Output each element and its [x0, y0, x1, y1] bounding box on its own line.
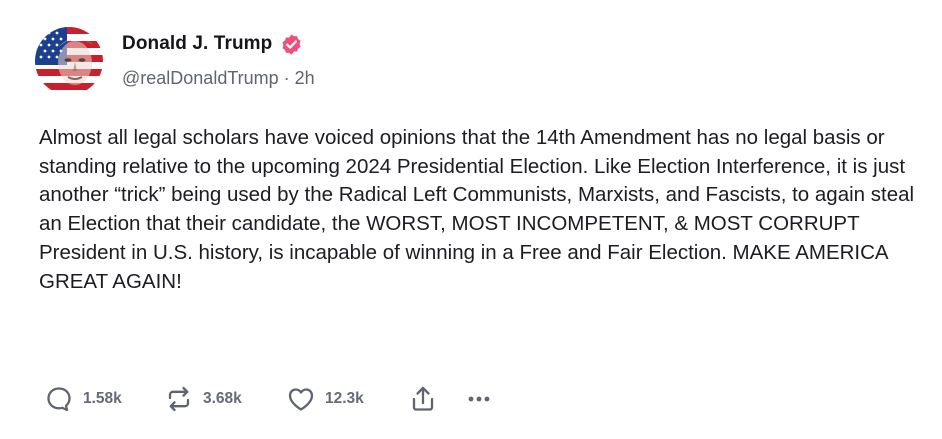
share-button[interactable] — [408, 384, 466, 414]
more-options-button[interactable] — [466, 384, 492, 414]
reply-count: 1.58k — [83, 390, 122, 407]
reply-button[interactable]: 1.58k — [44, 384, 164, 414]
author-meta-row: @realDonaldTrump · 2h — [122, 68, 315, 89]
verified-badge-icon — [280, 33, 303, 56]
retruth-button[interactable]: 3.68k — [164, 384, 286, 414]
post-timestamp[interactable]: 2h — [295, 68, 315, 88]
post-actions-bar: 1.58k 3.68k 12.3k — [44, 381, 492, 417]
author-display-name[interactable]: Donald J. Trump — [122, 33, 272, 55]
meta-separator: · — [283, 68, 290, 88]
more-ellipsis-icon — [466, 384, 492, 414]
post-card: Donald J. Trump @realDonaldTrump · 2h Almo… — [0, 0, 942, 439]
author-handle[interactable]: @realDonaldTrump — [122, 68, 279, 88]
retruth-count: 3.68k — [203, 390, 242, 407]
author-name-row: Donald J. Trump — [122, 31, 303, 57]
reply-bubble-icon — [44, 384, 74, 414]
like-button[interactable]: 12.3k — [286, 384, 408, 414]
heart-icon — [286, 384, 316, 414]
like-count: 12.3k — [325, 390, 364, 407]
post-body-text: Almost all legal scholars have voiced op… — [39, 126, 915, 293]
retruth-arrows-icon — [164, 384, 194, 414]
share-upload-icon — [408, 384, 438, 414]
avatar-flag-portrait-icon — [35, 27, 103, 95]
avatar[interactable] — [35, 27, 103, 95]
